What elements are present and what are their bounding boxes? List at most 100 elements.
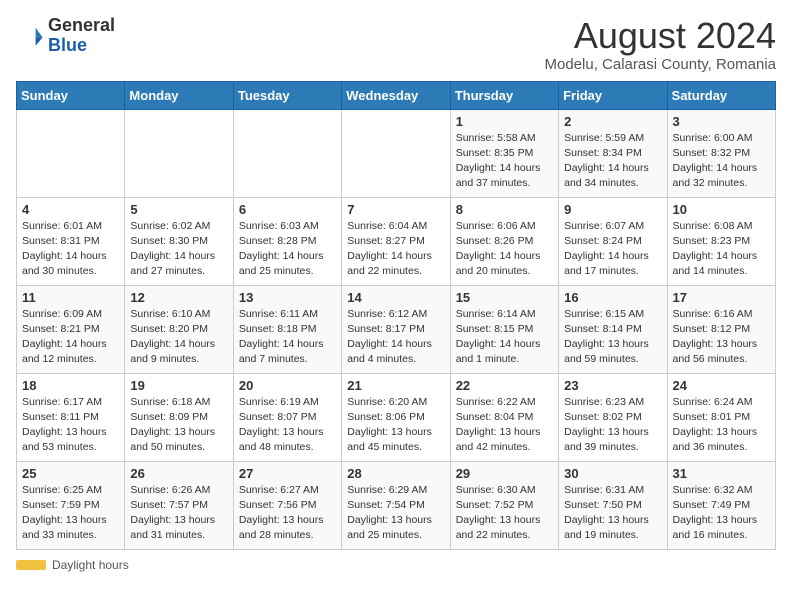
day-info: Sunrise: 6:11 AMSunset: 8:18 PMDaylight:… (239, 307, 336, 368)
day-number: 2 (564, 114, 661, 129)
day-info: Sunrise: 6:10 AMSunset: 8:20 PMDaylight:… (130, 307, 227, 368)
day-cell: 13 Sunrise: 6:11 AMSunset: 8:18 PMDayligh… (233, 285, 341, 373)
day-number: 6 (239, 202, 336, 217)
day-number: 13 (239, 290, 336, 305)
day-info: Sunrise: 6:25 AMSunset: 7:59 PMDaylight:… (22, 483, 119, 544)
footer-note: Daylight hours (16, 558, 776, 572)
calendar-table: SundayMondayTuesdayWednesdayThursdayFrid… (16, 81, 776, 550)
day-cell: 18Sunrise: 6:17 AMSunset: 8:11 PMDayligh… (17, 373, 125, 461)
day-number: 27 (239, 466, 336, 481)
header-friday: Friday (559, 81, 667, 109)
day-cell: 22 Sunrise: 6:22 AMSunset: 8:04 PMDayligh… (450, 373, 558, 461)
main-title: August 2024 (545, 16, 777, 56)
day-cell: 6 Sunrise: 6:03 AMSunset: 8:28 PMDaylight… (233, 197, 341, 285)
day-cell: 29 Sunrise: 6:30 AMSunset: 7:52 PMDayligh… (450, 461, 558, 549)
day-cell: 28Sunrise: 6:29 AMSunset: 7:54 PMDayligh… (342, 461, 450, 549)
day-info: Sunrise: 6:23 AMSunset: 8:02 PMDaylight:… (564, 395, 661, 456)
day-cell: 12 Sunrise: 6:10 AMSunset: 8:20 PMDayligh… (125, 285, 233, 373)
day-cell (233, 109, 341, 197)
day-cell: 7 Sunrise: 6:04 AMSunset: 8:27 PMDaylight… (342, 197, 450, 285)
day-cell: 1Sunrise: 5:58 AMSunset: 8:35 PMDaylight… (450, 109, 558, 197)
day-number: 3 (673, 114, 770, 129)
day-cell: 16 Sunrise: 6:15 AMSunset: 8:14 PMDayligh… (559, 285, 667, 373)
week-row-4: 18Sunrise: 6:17 AMSunset: 8:11 PMDayligh… (17, 373, 776, 461)
day-number: 14 (347, 290, 444, 305)
day-cell (17, 109, 125, 197)
logo-blue-text: Blue (48, 36, 115, 56)
daylight-bar-icon (16, 560, 46, 570)
day-number: 26 (130, 466, 227, 481)
day-number: 12 (130, 290, 227, 305)
day-info: Sunrise: 6:27 AMSunset: 7:56 PMDaylight:… (239, 483, 336, 544)
logo-general-text: General (48, 16, 115, 36)
day-number: 21 (347, 378, 444, 393)
day-number: 22 (456, 378, 553, 393)
day-number: 10 (673, 202, 770, 217)
day-number: 15 (456, 290, 553, 305)
day-info: Sunrise: 6:26 AMSunset: 7:57 PMDaylight:… (130, 483, 227, 544)
day-info: Sunrise: 6:31 AMSunset: 7:50 PMDaylight:… (564, 483, 661, 544)
day-number: 30 (564, 466, 661, 481)
header-saturday: Saturday (667, 81, 775, 109)
day-number: 29 (456, 466, 553, 481)
day-cell: 9Sunrise: 6:07 AMSunset: 8:24 PMDaylight… (559, 197, 667, 285)
day-cell: 15 Sunrise: 6:14 AMSunset: 8:15 PMDayligh… (450, 285, 558, 373)
day-cell: 4Sunrise: 6:01 AMSunset: 8:31 PMDaylight… (17, 197, 125, 285)
day-cell: 31Sunrise: 6:32 AMSunset: 7:49 PMDayligh… (667, 461, 775, 549)
header: General Blue August 2024 Modelu, Calaras… (16, 16, 776, 73)
day-number: 8 (456, 202, 553, 217)
day-info: Sunrise: 5:58 AMSunset: 8:35 PMDaylight:… (456, 131, 553, 192)
daylight-label: Daylight hours (52, 558, 129, 572)
day-cell: 30 Sunrise: 6:31 AMSunset: 7:50 PMDayligh… (559, 461, 667, 549)
day-cell (125, 109, 233, 197)
header-row: SundayMondayTuesdayWednesdayThursdayFrid… (17, 81, 776, 109)
day-cell: 25 Sunrise: 6:25 AMSunset: 7:59 PMDayligh… (17, 461, 125, 549)
day-number: 20 (239, 378, 336, 393)
header-sunday: Sunday (17, 81, 125, 109)
day-number: 25 (22, 466, 119, 481)
day-number: 7 (347, 202, 444, 217)
day-info: Sunrise: 6:22 AMSunset: 8:04 PMDaylight:… (456, 395, 553, 456)
day-info: Sunrise: 6:12 AMSunset: 8:17 PMDaylight:… (347, 307, 444, 368)
day-info: Sunrise: 6:20 AMSunset: 8:06 PMDaylight:… (347, 395, 444, 456)
day-info: Sunrise: 6:24 AMSunset: 8:01 PMDaylight:… (673, 395, 770, 456)
day-info: Sunrise: 6:30 AMSunset: 7:52 PMDaylight:… (456, 483, 553, 544)
day-info: Sunrise: 6:00 AMSunset: 8:32 PMDaylight:… (673, 131, 770, 192)
week-row-2: 4Sunrise: 6:01 AMSunset: 8:31 PMDaylight… (17, 197, 776, 285)
day-info: Sunrise: 6:08 AMSunset: 8:23 PMDaylight:… (673, 219, 770, 280)
day-cell (342, 109, 450, 197)
day-cell: 19Sunrise: 6:18 AMSunset: 8:09 PMDayligh… (125, 373, 233, 461)
day-info: Sunrise: 6:19 AMSunset: 8:07 PMDaylight:… (239, 395, 336, 456)
logo: General Blue (16, 16, 115, 56)
day-info: Sunrise: 6:03 AMSunset: 8:28 PMDaylight:… (239, 219, 336, 280)
day-info: Sunrise: 6:04 AMSunset: 8:27 PMDaylight:… (347, 219, 444, 280)
day-cell: 8 Sunrise: 6:06 AMSunset: 8:26 PMDaylight… (450, 197, 558, 285)
day-cell: 3 Sunrise: 6:00 AMSunset: 8:32 PMDaylight… (667, 109, 775, 197)
day-cell: 10 Sunrise: 6:08 AMSunset: 8:23 PMDayligh… (667, 197, 775, 285)
week-row-3: 11Sunrise: 6:09 AMSunset: 8:21 PMDayligh… (17, 285, 776, 373)
day-info: Sunrise: 6:14 AMSunset: 8:15 PMDaylight:… (456, 307, 553, 368)
day-number: 9 (564, 202, 661, 217)
header-monday: Monday (125, 81, 233, 109)
day-info: Sunrise: 6:06 AMSunset: 8:26 PMDaylight:… (456, 219, 553, 280)
day-number: 4 (22, 202, 119, 217)
week-row-5: 25 Sunrise: 6:25 AMSunset: 7:59 PMDayligh… (17, 461, 776, 549)
day-info: Sunrise: 6:02 AMSunset: 8:30 PMDaylight:… (130, 219, 227, 280)
day-info: Sunrise: 6:15 AMSunset: 8:14 PMDaylight:… (564, 307, 661, 368)
day-number: 23 (564, 378, 661, 393)
day-cell: 5Sunrise: 6:02 AMSunset: 8:30 PMDaylight… (125, 197, 233, 285)
day-number: 11 (22, 290, 119, 305)
day-number: 16 (564, 290, 661, 305)
day-cell: 11Sunrise: 6:09 AMSunset: 8:21 PMDayligh… (17, 285, 125, 373)
day-cell: 24 Sunrise: 6:24 AMSunset: 8:01 PMDayligh… (667, 373, 775, 461)
day-number: 19 (130, 378, 227, 393)
day-number: 24 (673, 378, 770, 393)
day-info: Sunrise: 6:16 AMSunset: 8:12 PMDaylight:… (673, 307, 770, 368)
day-cell: 26 Sunrise: 6:26 AMSunset: 7:57 PMDayligh… (125, 461, 233, 549)
day-cell: 14 Sunrise: 6:12 AMSunset: 8:17 PMDayligh… (342, 285, 450, 373)
header-thursday: Thursday (450, 81, 558, 109)
day-number: 31 (673, 466, 770, 481)
day-number: 18 (22, 378, 119, 393)
week-row-1: 1Sunrise: 5:58 AMSunset: 8:35 PMDaylight… (17, 109, 776, 197)
day-cell: 17Sunrise: 6:16 AMSunset: 8:12 PMDayligh… (667, 285, 775, 373)
